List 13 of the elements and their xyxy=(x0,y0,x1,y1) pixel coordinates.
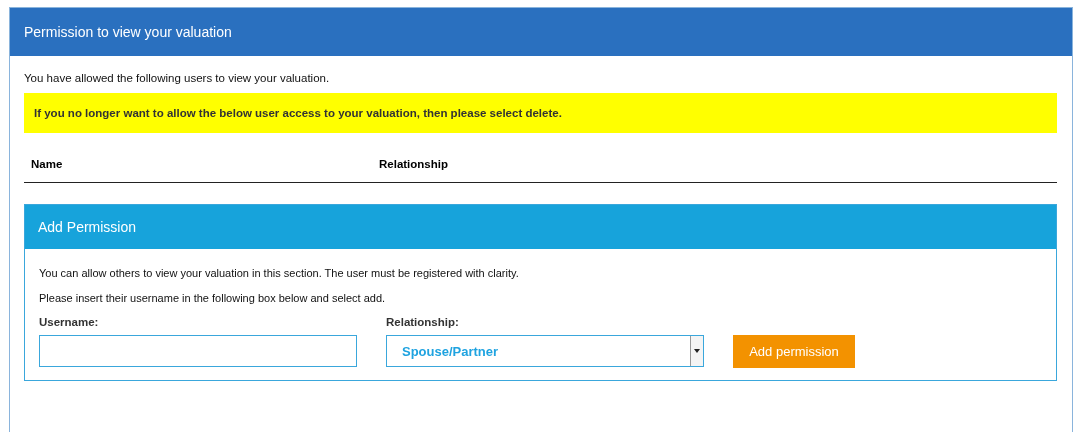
column-header: Relationship xyxy=(378,158,448,170)
instruction-text: Please insert their username in the following box below and select add. xyxy=(39,292,387,304)
notice-banner: If you no longer want to allow the below user access to your valuation, then please select delete. xyxy=(24,93,1057,133)
intro-text: You have allowed the following users to view your valuation. xyxy=(24,72,331,84)
relationship-dropdown[interactable]: Spouse/Partner xyxy=(386,335,704,367)
username-field[interactable] xyxy=(39,335,357,367)
field-label: Relationship: xyxy=(386,316,460,328)
instruction-text: You can allow others to view your valuation in this section. The user must be registered with clarity. xyxy=(39,267,520,279)
add-permission-button[interactable]: Add permission xyxy=(733,335,855,368)
column-header: Name xyxy=(30,158,64,170)
panel-title: Permission to view your valuation xyxy=(24,24,232,40)
field-label: Username: xyxy=(39,316,100,328)
section-title: Add Permission xyxy=(38,219,137,235)
